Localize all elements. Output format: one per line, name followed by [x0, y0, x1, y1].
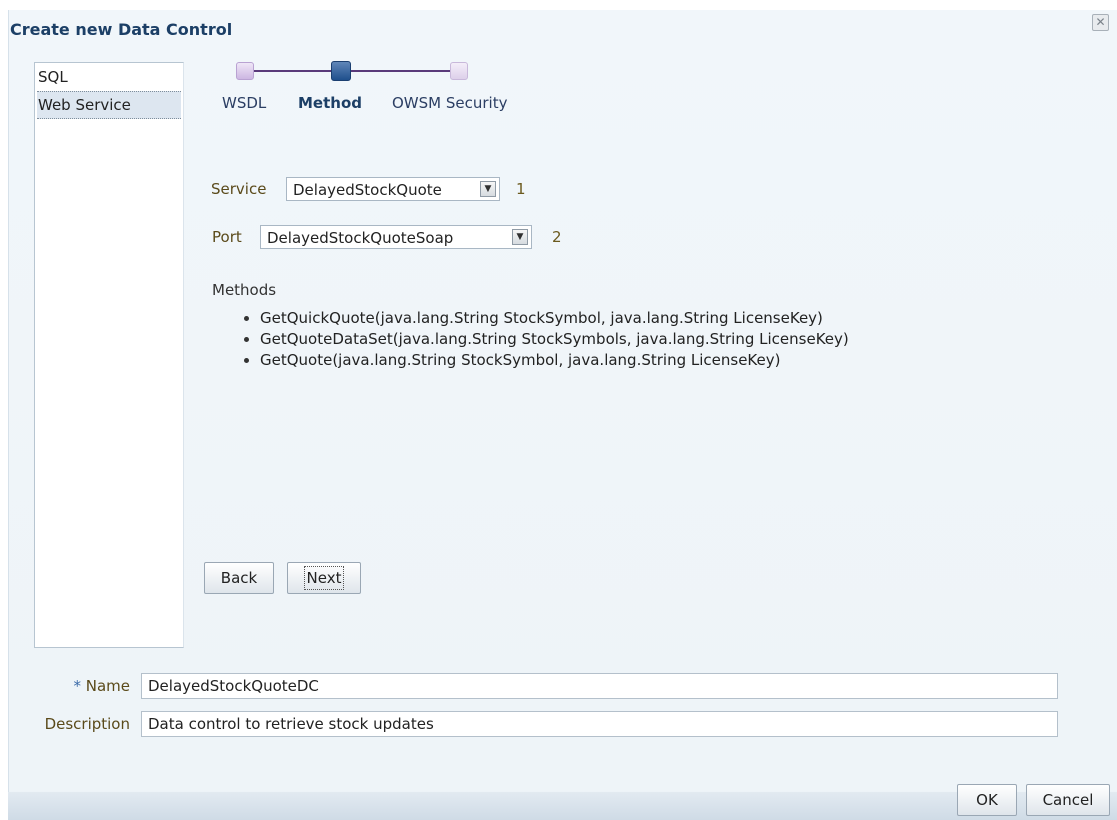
chevron-down-icon[interactable]: ▼	[512, 229, 528, 245]
type-item-sql[interactable]: SQL	[35, 63, 183, 91]
service-label: Service	[211, 180, 267, 198]
next-button[interactable]: Next	[287, 562, 361, 594]
list-item: GetQuote(java.lang.String StockSymbol, j…	[242, 350, 849, 371]
service-select-value: DelayedStockQuote	[293, 181, 442, 199]
train-stop-method	[331, 61, 351, 81]
train-label-owsm-security[interactable]: OWSM Security	[392, 94, 507, 112]
type-item-web-service[interactable]: Web Service	[37, 91, 181, 119]
train-stop-owsm-security[interactable]	[450, 62, 468, 80]
required-marker: *	[73, 677, 81, 695]
name-label-text: Name	[85, 677, 130, 695]
methods-label: Methods	[212, 281, 277, 299]
list-item: GetQuickQuote(java.lang.String StockSymb…	[242, 308, 849, 329]
train-label-wsdl[interactable]: WSDL	[222, 94, 266, 112]
description-label: Description	[44, 715, 130, 733]
cancel-button[interactable]: Cancel	[1026, 784, 1110, 816]
close-icon[interactable]: ✕	[1092, 14, 1109, 31]
port-count: 2	[552, 228, 562, 246]
list-item: GetQuoteDataSet(java.lang.String StockSy…	[242, 329, 849, 350]
data-control-type-list: SQL Web Service	[34, 62, 184, 648]
dialog-title: Create new Data Control	[10, 20, 233, 39]
train-label-method: Method	[298, 94, 362, 112]
service-select[interactable]: DelayedStockQuote ▼	[286, 177, 500, 201]
back-button-label: Back	[220, 569, 258, 587]
chevron-down-icon[interactable]: ▼	[480, 181, 496, 197]
train-connector	[254, 70, 450, 72]
port-select[interactable]: DelayedStockQuoteSoap ▼	[260, 225, 532, 249]
back-button[interactable]: Back	[204, 562, 274, 594]
next-button-label: Next	[303, 566, 345, 590]
name-field[interactable]: DelayedStockQuoteDC	[141, 673, 1058, 699]
dialog-footer-bar	[8, 792, 1117, 820]
port-label: Port	[212, 228, 242, 246]
train-stop-wsdl[interactable]	[236, 62, 254, 80]
port-select-value: DelayedStockQuoteSoap	[267, 229, 454, 247]
ok-button[interactable]: OK	[957, 784, 1017, 816]
description-field[interactable]: Data control to retrieve stock updates	[141, 711, 1058, 737]
methods-list: GetQuickQuote(java.lang.String StockSymb…	[242, 308, 849, 371]
name-label: * Name	[40, 677, 130, 695]
service-count: 1	[516, 180, 526, 198]
